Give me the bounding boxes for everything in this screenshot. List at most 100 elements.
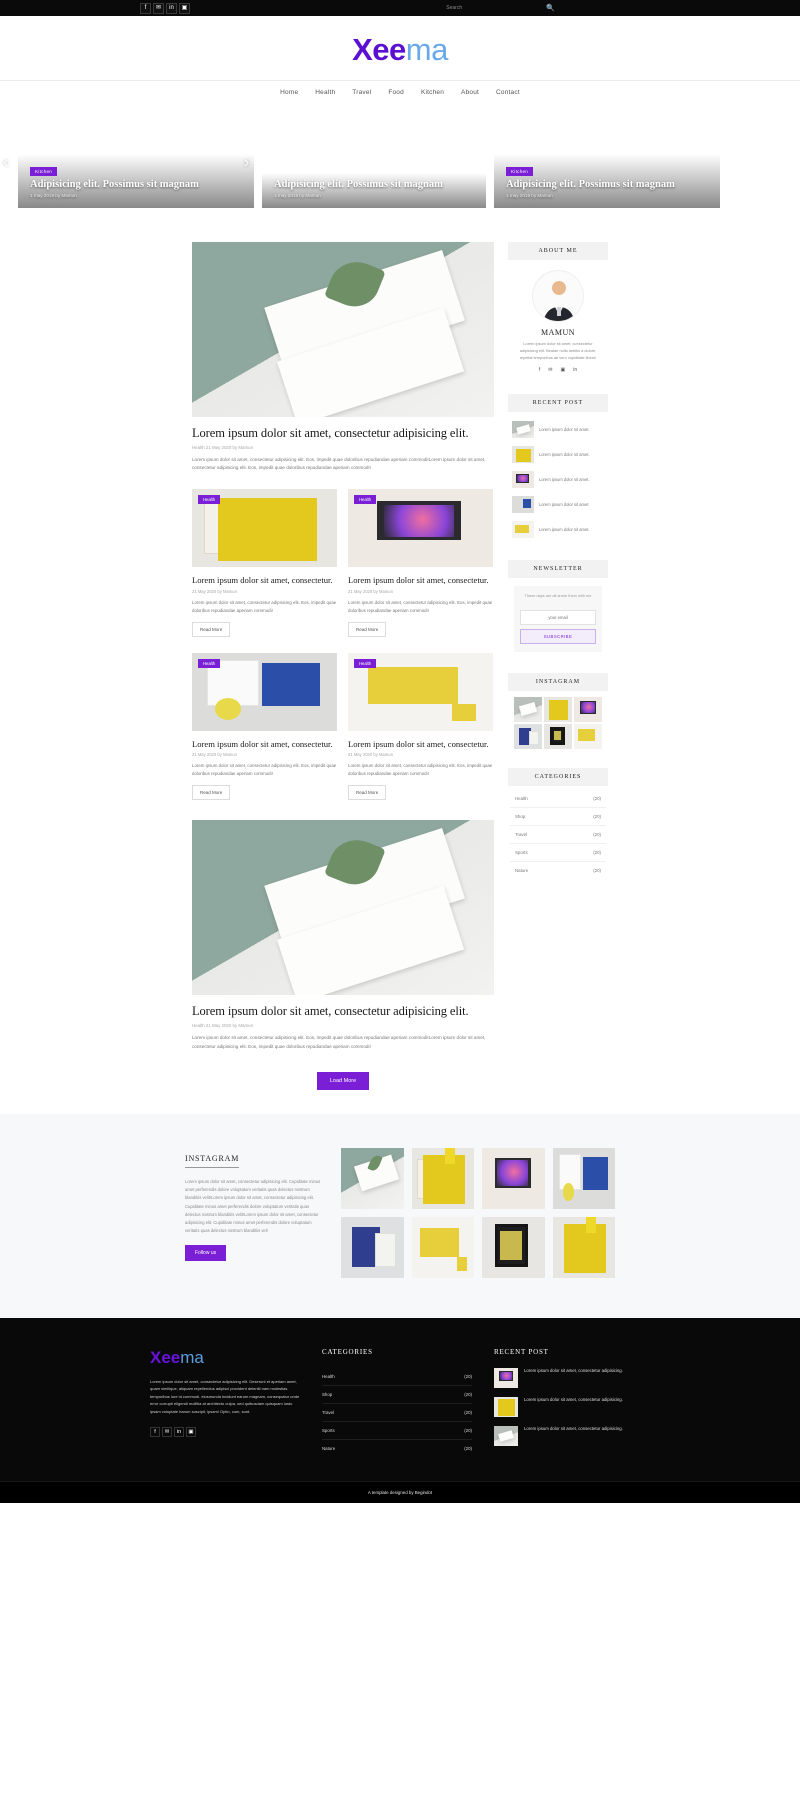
footer-logo-primary: Xee bbox=[150, 1348, 181, 1368]
footer-category-item[interactable]: Shop (20) bbox=[322, 1386, 472, 1405]
footer-category-item[interactable]: Health (20) bbox=[322, 1368, 472, 1387]
instagram-photo[interactable] bbox=[341, 1217, 404, 1279]
instagram-photo[interactable] bbox=[482, 1217, 545, 1279]
twitter-icon[interactable]: ✉ bbox=[153, 2, 164, 14]
post-title[interactable]: Lorem ipsum dolor sit amet, consectetur. bbox=[348, 575, 493, 586]
linkedin-icon[interactable]: in bbox=[573, 367, 577, 373]
post-image[interactable] bbox=[192, 242, 494, 417]
instagram-photo[interactable] bbox=[411, 1217, 474, 1279]
recent-post-item[interactable]: Lorem ipsum dolor sit amet. bbox=[512, 467, 604, 492]
twitter-icon[interactable]: ✉ bbox=[162, 1427, 172, 1438]
read-more-button[interactable]: Read More bbox=[192, 785, 231, 801]
recent-post-item[interactable]: Lorem ipsum dolor sit amet. bbox=[512, 417, 604, 442]
recent-post-item[interactable]: Lorem ipsum dolor sit amet. bbox=[512, 442, 604, 467]
nav-item-home[interactable]: Home bbox=[280, 89, 298, 96]
read-more-button[interactable]: Read More bbox=[348, 785, 387, 801]
facebook-icon[interactable]: f bbox=[140, 2, 151, 14]
linkedin-icon[interactable]: in bbox=[166, 2, 177, 14]
slider-prev-arrow[interactable]: ‹ bbox=[3, 154, 8, 172]
twitter-icon[interactable]: ✉ bbox=[548, 367, 552, 373]
category-label: Shop bbox=[515, 814, 526, 820]
slide-category-badge[interactable]: Kitchen bbox=[30, 166, 58, 176]
search-input[interactable] bbox=[446, 5, 507, 11]
linkedin-icon[interactable]: in bbox=[174, 1427, 184, 1438]
category-item[interactable]: Travel (20) bbox=[510, 826, 606, 845]
newsletter-email-input[interactable] bbox=[520, 610, 596, 626]
post-title[interactable]: Lorem ipsum dolor sit amet, consectetur. bbox=[348, 739, 493, 750]
newsletter-subscribe-button[interactable]: SUBSCRIBE bbox=[520, 629, 596, 645]
post-image[interactable]: Health bbox=[192, 488, 337, 567]
category-item[interactable]: Shop (20) bbox=[510, 808, 606, 827]
post-category-badge[interactable]: Health bbox=[354, 494, 377, 504]
instagram-thumb[interactable] bbox=[544, 697, 572, 723]
instagram-photo[interactable] bbox=[411, 1148, 474, 1210]
instagram-icon[interactable]: ▣ bbox=[560, 367, 565, 373]
load-more-button[interactable]: Load More bbox=[316, 1072, 370, 1091]
nav-item-travel[interactable]: Travel bbox=[352, 89, 371, 96]
nav-item-contact[interactable]: Contact bbox=[496, 89, 520, 96]
footer-category-item[interactable]: Sports (20) bbox=[322, 1422, 472, 1441]
instagram-photo[interactable] bbox=[552, 1148, 615, 1210]
instagram-thumb[interactable] bbox=[574, 724, 602, 750]
instagram-thumb[interactable] bbox=[514, 724, 542, 750]
instagram-thumb[interactable] bbox=[514, 697, 542, 723]
recent-post-item[interactable]: Lorem ipsum dolor sit amet. bbox=[512, 517, 604, 542]
category-count: (20) bbox=[464, 1392, 472, 1398]
nav-item-kitchen[interactable]: Kitchen bbox=[421, 89, 444, 96]
post-category-badge[interactable]: Health bbox=[354, 658, 377, 668]
post-title[interactable]: Lorem ipsum dolor sit amet, consectetur. bbox=[192, 739, 337, 750]
slide-item[interactable]: Kitchen Adipisicing elit. Possimus sit m… bbox=[18, 111, 254, 208]
follow-us-button[interactable]: Follow us bbox=[185, 1245, 227, 1262]
read-more-button[interactable]: Read More bbox=[348, 621, 387, 637]
post-image[interactable] bbox=[192, 820, 494, 996]
avatar-illustration bbox=[533, 271, 583, 321]
post-title[interactable]: Lorem ipsum dolor sit amet, consectetur. bbox=[192, 575, 337, 586]
site-logo[interactable]: Xeema bbox=[0, 32, 800, 68]
widget-title: INSTAGRAM bbox=[508, 673, 608, 692]
search-icon[interactable]: 🔍 bbox=[546, 4, 555, 12]
footer-logo[interactable]: Xeema bbox=[150, 1348, 300, 1368]
post-meta: Health 21 May 2020 by Mamun bbox=[192, 1023, 254, 1029]
instagram-photo[interactable] bbox=[482, 1148, 545, 1210]
slide-item[interactable]: Adipisicing elit. Possimus sit magnam 1 … bbox=[262, 111, 486, 208]
footer-recent-post-item[interactable]: Lorem ipsum dolor sit amet, consectetur … bbox=[494, 1397, 644, 1418]
slider-next-arrow[interactable]: › bbox=[244, 154, 249, 172]
instagram-icon[interactable]: ▣ bbox=[186, 1427, 196, 1438]
footer-category-item[interactable]: Travel (20) bbox=[322, 1404, 472, 1423]
footer-logo-secondary: ma bbox=[180, 1348, 204, 1368]
slide-category-badge[interactable]: Kitchen bbox=[506, 166, 534, 176]
slide-title: Adipisicing elit. Possimus sit magnam bbox=[506, 178, 675, 190]
featured-post-bottom: Lorem ipsum dolor sit amet, consectetur … bbox=[192, 820, 494, 1051]
instagram-photo[interactable] bbox=[552, 1217, 615, 1279]
post-title[interactable]: Lorem ipsum dolor sit amet, consectetur … bbox=[192, 1004, 494, 1019]
avatar bbox=[532, 270, 584, 322]
nav-item-about[interactable]: About bbox=[461, 89, 479, 96]
category-item[interactable]: Sports (20) bbox=[510, 844, 606, 863]
post-meta: Health 21 May 2020 by Mamun bbox=[192, 445, 254, 450]
post-image[interactable]: Health bbox=[348, 488, 493, 567]
post-image[interactable]: Health bbox=[192, 652, 337, 731]
post-title[interactable]: Lorem ipsum dolor sit amet, consectetur … bbox=[192, 426, 494, 441]
recent-post-item[interactable]: Lorem ipsum dolor sit amet. bbox=[512, 492, 604, 517]
facebook-icon[interactable]: f bbox=[539, 367, 540, 373]
post-category-badge[interactable]: Health bbox=[198, 658, 221, 668]
category-count: (20) bbox=[593, 832, 601, 838]
post-image[interactable]: Health bbox=[348, 652, 493, 731]
facebook-icon[interactable]: f bbox=[150, 1427, 160, 1438]
instagram-thumb[interactable] bbox=[544, 724, 572, 750]
footer-recent-post-item[interactable]: Lorem ipsum dolor sit amet, consectetur … bbox=[494, 1368, 644, 1389]
footer-category-item[interactable]: Nature (20) bbox=[322, 1440, 472, 1457]
category-item[interactable]: Health (20) bbox=[510, 790, 606, 809]
category-label: Health bbox=[515, 796, 528, 802]
nav-item-food[interactable]: Food bbox=[388, 89, 404, 96]
read-more-button[interactable]: Read More bbox=[192, 621, 231, 637]
slide-item[interactable]: Kitchen Adipisicing elit. Possimus sit m… bbox=[494, 111, 720, 208]
post-category-badge[interactable]: Health bbox=[198, 494, 221, 504]
instagram-icon[interactable]: ▣ bbox=[179, 2, 190, 14]
category-item[interactable]: Nature (20) bbox=[510, 862, 606, 879]
footer-recent-post-item[interactable]: Lorem ipsum dolor sit amet, consectetur … bbox=[494, 1426, 644, 1447]
instagram-thumb[interactable] bbox=[574, 697, 602, 723]
instagram-photo[interactable] bbox=[341, 1148, 404, 1210]
widget-recent-post: RECENT POST Lorem ipsum dolor sit amet. … bbox=[508, 394, 608, 547]
nav-item-health[interactable]: Health bbox=[315, 89, 335, 96]
